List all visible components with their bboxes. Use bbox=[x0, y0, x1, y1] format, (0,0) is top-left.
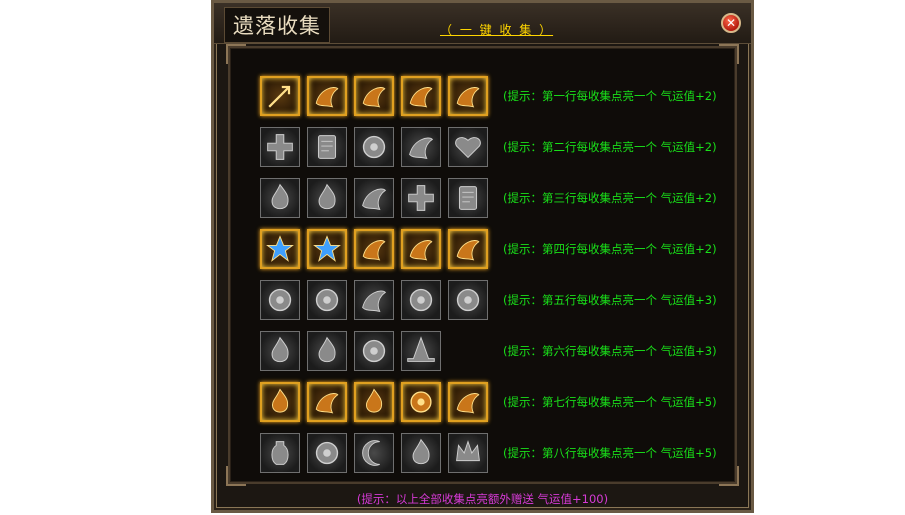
scroll-icon[interactable] bbox=[448, 178, 488, 218]
row-hint: (提示：第五行每收集点亮一个 气运值+3) bbox=[503, 293, 717, 307]
talisman-icon[interactable] bbox=[307, 127, 347, 167]
blue-star-icon[interactable] bbox=[260, 229, 300, 269]
heart-icon[interactable] bbox=[448, 127, 488, 167]
dragon-eye-icon[interactable] bbox=[354, 127, 394, 167]
row-hint: (提示：第一行每收集点亮一个 气运值+2) bbox=[503, 89, 717, 103]
skull-crossbones-icon[interactable] bbox=[401, 178, 441, 218]
row-hint: (提示：第四行每收集点亮一个 气运值+2) bbox=[503, 242, 717, 256]
turtle-shell-icon[interactable] bbox=[307, 280, 347, 320]
crescent-icon[interactable] bbox=[354, 433, 394, 473]
corner-ornament bbox=[226, 466, 246, 486]
flame-icon[interactable] bbox=[260, 178, 300, 218]
turtle-shell-icon[interactable] bbox=[260, 280, 300, 320]
fist-icon[interactable] bbox=[401, 76, 441, 116]
witch-hat-icon[interactable] bbox=[401, 331, 441, 371]
corner-ornament bbox=[719, 44, 739, 64]
flame-icon[interactable] bbox=[260, 331, 300, 371]
smoke-icon[interactable] bbox=[354, 178, 394, 218]
row-hint: (提示：第八行每收集点亮一个 气运值+5) bbox=[503, 446, 717, 460]
corner-ornament bbox=[226, 44, 246, 64]
fire-burst-icon[interactable] bbox=[260, 382, 300, 422]
row-hint: (提示：第三行每收集点亮一个 气运值+2) bbox=[503, 191, 717, 205]
flame-icon[interactable] bbox=[307, 178, 347, 218]
collection-window: 遗落收集 （ 一 键 收 集 ） ✕ (提示：第一行每收集点亮一个 气运值+2)… bbox=[211, 0, 754, 513]
blue-star-icon[interactable] bbox=[307, 229, 347, 269]
corner-ornament bbox=[719, 466, 739, 486]
collect-all-button[interactable]: （ 一 键 收 集 ） bbox=[440, 21, 553, 38]
vase-icon[interactable] bbox=[260, 433, 300, 473]
dark-orb-icon[interactable] bbox=[448, 280, 488, 320]
purple-wing-icon[interactable] bbox=[354, 229, 394, 269]
sun-medal-icon[interactable] bbox=[448, 382, 488, 422]
collection-grid: (提示：第一行每收集点亮一个 气运值+2) (提示：第二行每收集点亮一个 气运值+… bbox=[226, 44, 739, 486]
title-bar: 遗落收集 （ 一 键 收 集 ） ✕ bbox=[214, 3, 751, 44]
spiral-icon[interactable] bbox=[307, 433, 347, 473]
purple-eye-icon[interactable] bbox=[401, 382, 441, 422]
row-hint: (提示：第二行每收集点亮一个 气运值+2) bbox=[503, 140, 717, 154]
bonus-hint: (提示：以上全部收集点亮额外赠送 气运值+100) bbox=[356, 492, 609, 506]
spirit-orb-icon[interactable] bbox=[354, 331, 394, 371]
coiled-dragon-icon[interactable] bbox=[401, 127, 441, 167]
arrow-icon[interactable] bbox=[260, 76, 300, 116]
window-title: 遗落收集 bbox=[224, 7, 330, 43]
close-button[interactable]: ✕ bbox=[721, 13, 741, 33]
cross-shield-icon[interactable] bbox=[260, 127, 300, 167]
row-hint: (提示：第七行每收集点亮一个 气运值+5) bbox=[503, 395, 717, 409]
row-hint: (提示：第六行每收集点亮一个 气运值+3) bbox=[503, 344, 717, 358]
ice-wing-icon[interactable] bbox=[307, 382, 347, 422]
crown-icon[interactable] bbox=[448, 433, 488, 473]
lotus-flame-icon[interactable] bbox=[307, 331, 347, 371]
winged-armor-icon[interactable] bbox=[354, 76, 394, 116]
claw-icon[interactable] bbox=[354, 280, 394, 320]
blue-feather-icon[interactable] bbox=[448, 229, 488, 269]
fire-claw-icon[interactable] bbox=[354, 382, 394, 422]
dragon-horn-icon[interactable] bbox=[448, 76, 488, 116]
swirl-gem-icon[interactable] bbox=[307, 76, 347, 116]
sun-disc-icon[interactable] bbox=[401, 280, 441, 320]
orange-gem-icon[interactable] bbox=[401, 229, 441, 269]
flame-icon[interactable] bbox=[401, 433, 441, 473]
